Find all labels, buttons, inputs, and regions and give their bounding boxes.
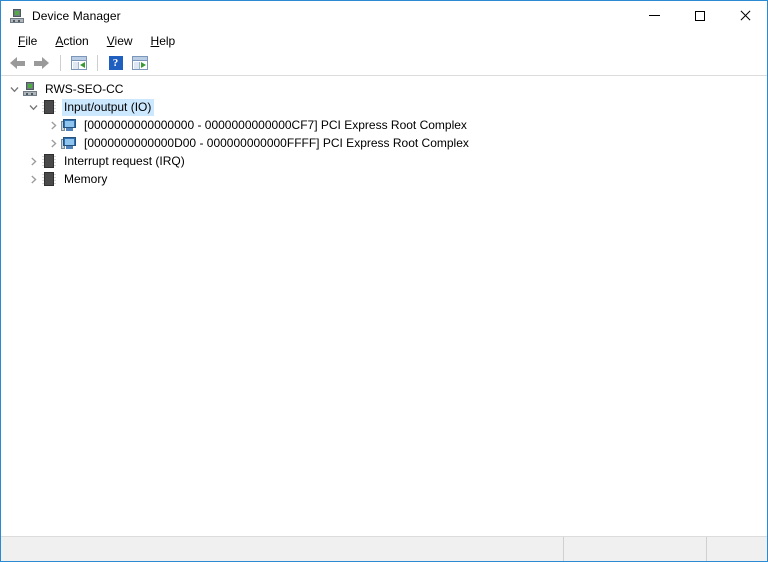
window-controls — [632, 1, 767, 30]
chevron-right-icon[interactable] — [45, 134, 61, 152]
minimize-button[interactable] — [632, 1, 677, 30]
menu-item-help[interactable]: Help — [142, 32, 185, 50]
tree-label-memory: Memory — [64, 171, 108, 186]
chevron-right-icon[interactable] — [25, 170, 41, 188]
close-button[interactable] — [722, 1, 767, 30]
resource-icon — [41, 99, 57, 115]
tree-label-input-output: Input/output (IO) — [62, 98, 155, 116]
computer-icon — [22, 81, 38, 97]
forward-button[interactable] — [30, 52, 53, 74]
maximize-icon — [694, 10, 705, 21]
show-console-tree-button[interactable] — [67, 52, 90, 74]
maximize-button[interactable] — [677, 1, 722, 30]
close-icon — [739, 10, 751, 22]
device-monitor-icon — [61, 135, 77, 151]
device-manager-icon — [9, 8, 25, 24]
chevron-right-icon[interactable] — [25, 152, 41, 170]
title-bar: Device Manager — [1, 1, 767, 30]
show-action-pane-button[interactable] — [128, 52, 151, 74]
menu-bar: File Action View Help — [1, 30, 767, 51]
tree-label-io-range-1: [0000000000000000 - 0000000000000CF7] PC… — [84, 117, 467, 132]
tree-row-io-range-2[interactable]: [0000000000000D00 - 000000000000FFFF] PC… — [1, 134, 767, 152]
status-panel-tertiary — [707, 537, 767, 561]
chevron-right-icon[interactable] — [45, 116, 61, 134]
tree-label-io-range-2: [0000000000000D00 - 000000000000FFFF] PC… — [84, 135, 469, 150]
back-button[interactable] — [6, 52, 29, 74]
console-tree-icon — [70, 56, 87, 70]
tree-row-io-range-1[interactable]: [0000000000000000 - 0000000000000CF7] PC… — [1, 116, 767, 134]
tree-row-root[interactable]: RWS-SEO-CC — [1, 80, 767, 98]
resource-icon — [41, 153, 57, 169]
status-bar — [1, 536, 767, 561]
tree-row-input-output[interactable]: Input/output (IO) — [1, 98, 767, 116]
menu-item-view[interactable]: View — [98, 32, 142, 50]
menu-item-file[interactable]: File — [9, 32, 46, 50]
toolbar-separator — [97, 55, 98, 71]
tree-row-memory[interactable]: Memory — [1, 170, 767, 188]
help-question-icon: ? — [108, 56, 123, 70]
device-monitor-icon — [61, 117, 77, 133]
action-pane-icon — [131, 56, 148, 70]
tree-label-root: RWS-SEO-CC — [45, 81, 124, 96]
chevron-down-icon[interactable] — [6, 80, 22, 98]
help-button[interactable]: ? — [104, 52, 127, 74]
status-panel-main — [1, 537, 564, 561]
chevron-down-icon[interactable] — [25, 98, 41, 116]
toolbar-separator — [60, 55, 61, 71]
tree-row-irq[interactable]: Interrupt request (IRQ) — [1, 152, 767, 170]
tree-label-irq: Interrupt request (IRQ) — [64, 153, 185, 168]
menu-item-action[interactable]: Action — [46, 32, 97, 50]
minimize-icon — [649, 15, 660, 16]
back-arrow-icon — [10, 56, 25, 70]
device-tree[interactable]: RWS-SEO-CC Input/output (IO) [0000000000… — [1, 76, 767, 536]
window-title: Device Manager — [32, 8, 121, 23]
forward-arrow-icon — [34, 56, 49, 70]
toolbar: ? — [1, 51, 767, 76]
status-panel-secondary — [564, 537, 707, 561]
device-manager-window: Device Manager File Action View Help ? R… — [0, 0, 768, 562]
resource-icon — [41, 171, 57, 187]
